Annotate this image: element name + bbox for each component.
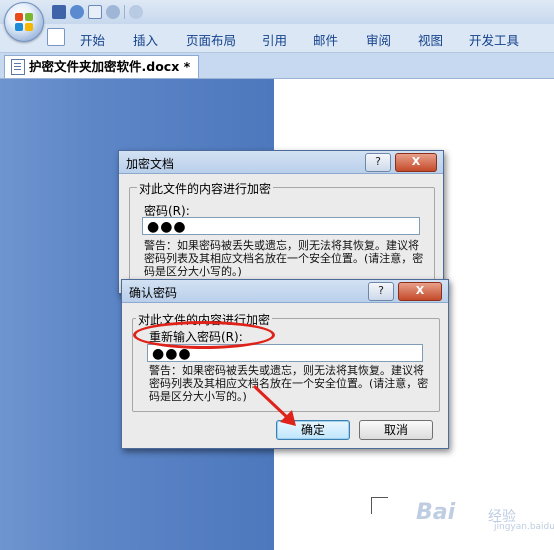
cancel-button[interactable]: 取消 [359,420,433,440]
help-button[interactable]: ? [368,282,394,301]
encrypt-document-dialog: 加密文档 ? X 对此文件的内容进行加密 密码(R): ●●● 警告：如果密码被… [118,150,444,294]
tab-page-layout[interactable]: 页面布局 [186,30,236,49]
ribbon-app-icon [47,28,65,46]
ribbon-tabs: 开始 插入 页面布局 引用 邮件 审阅 视图 开发工具 [0,24,554,53]
tab-review[interactable]: 审阅 [366,30,391,49]
tab-home[interactable]: 开始 [80,30,105,49]
tab-view[interactable]: 视图 [418,30,443,49]
document-tab[interactable]: 护密文件夹加密软件.docx * [4,55,200,78]
tab-insert[interactable]: 插入 [133,30,158,49]
password-warning: 警告：如果密码被丢失或遗忘，则无法将其恢复。建议将密码列表及其相应文档名放在一个… [144,239,424,278]
office-logo-icon [15,13,33,31]
confirm-dialog-titlebar[interactable]: 确认密码 ? X [122,280,448,303]
confirm-dialog-title: 确认密码 [129,286,178,300]
baidu-watermark: Bai 经验 jingyan.baidu.com [416,500,554,536]
redo-icon[interactable] [106,5,120,19]
highlight-ellipse [133,321,275,349]
page-margin-mark [371,497,388,514]
watermark-url: jingyan.baidu.com [494,522,554,532]
print-preview-icon[interactable] [88,5,102,19]
password-input[interactable]: ●●● [142,217,420,235]
office-button[interactable] [4,2,44,42]
annotation-arrow-icon [252,384,296,426]
encrypt-group-legend: 对此文件的内容进行加密 [137,180,274,197]
document-icon [11,59,25,75]
document-tab-bar: 护密文件夹加密软件.docx * [0,53,554,79]
close-button[interactable]: X [398,282,442,301]
customize-qat-icon[interactable] [129,5,143,19]
tab-developer[interactable]: 开发工具 [469,30,519,49]
title-bar [0,0,554,25]
quick-access-toolbar [52,4,143,20]
undo-icon[interactable] [70,5,84,19]
watermark-brand: Bai [416,500,456,525]
save-icon[interactable] [52,5,66,19]
document-tab-title: 护密文件夹加密软件.docx * [29,59,191,74]
tab-references[interactable]: 引用 [262,30,287,49]
encrypt-dialog-titlebar[interactable]: 加密文档 ? X [119,151,443,174]
encrypt-dialog-title: 加密文档 [126,157,175,171]
help-button[interactable]: ? [365,153,391,172]
close-button[interactable]: X [395,153,437,172]
tab-mailings[interactable]: 邮件 [313,30,338,49]
qat-separator [124,5,125,19]
